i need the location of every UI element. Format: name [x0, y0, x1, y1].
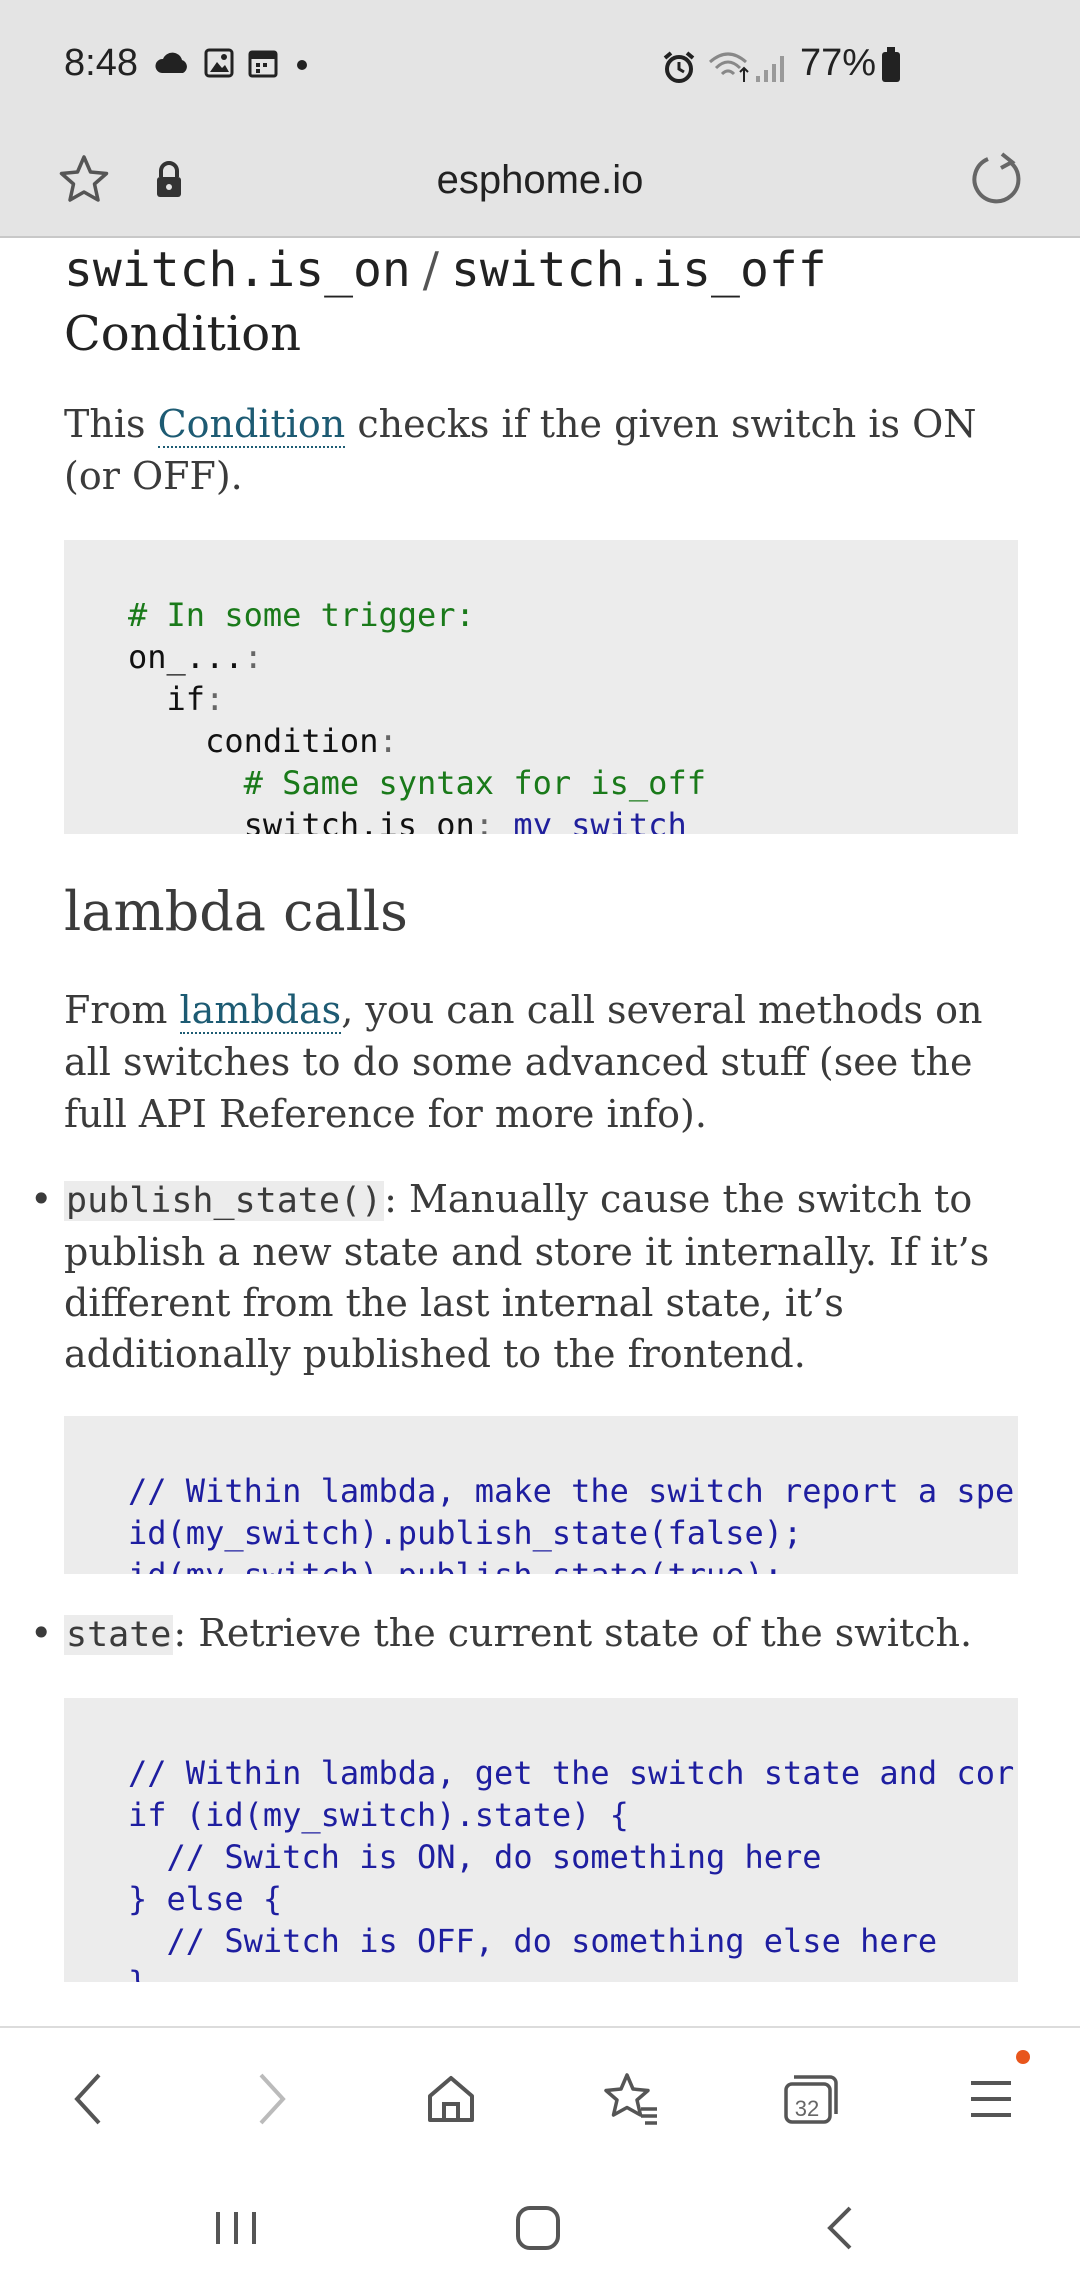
lambda-heading: lambda calls — [64, 880, 408, 943]
bookmarks-button[interactable] — [596, 2064, 666, 2134]
status-bar: 8:48 77% — [0, 0, 1080, 132]
url-text[interactable]: esphome.io — [0, 158, 1080, 203]
lambda-description: From lambdas, you can call several metho… — [64, 988, 983, 1136]
inline-code: state — [64, 1615, 174, 1655]
heading-code-off: switch.is_off — [450, 242, 827, 298]
bookmarks-star-icon — [604, 2073, 657, 2125]
heading-separator: / — [422, 242, 439, 298]
system-navigation-bar — [0, 2176, 1080, 2280]
battery-icon — [882, 47, 900, 82]
hamburger-menu-icon — [971, 2081, 1011, 2117]
heading-code-on: switch.is_on — [64, 242, 411, 298]
home-nav-icon[interactable] — [508, 2198, 568, 2258]
tabs-count: 32 — [794, 2096, 820, 2121]
chevron-left-icon — [74, 2073, 101, 2125]
state-code-block: // Within lambda, get the switch state a… — [64, 1698, 1018, 1982]
condition-heading: switch.is_on / switch.is_off Condition — [64, 238, 827, 366]
wifi-icon — [709, 52, 749, 82]
home-icon — [428, 2076, 474, 2122]
home-button[interactable] — [416, 2064, 486, 2134]
browser-address-bar: esphome.io — [0, 132, 1080, 238]
battery-percent: 77% — [800, 42, 877, 84]
condition-description: This Condition checks if the given switc… — [64, 402, 977, 498]
calendar-icon — [248, 50, 278, 78]
heading-suffix: Condition — [64, 306, 302, 362]
tabs-button[interactable]: 32 — [776, 2064, 846, 2134]
status-time: 8:48 — [64, 42, 138, 84]
back-button[interactable] — [54, 2064, 124, 2134]
condition-link[interactable]: Condition — [157, 402, 346, 448]
cloud-icon — [155, 52, 187, 73]
list-item-publish-state: publish_state(): Manually cause the swit… — [30, 1174, 1024, 1380]
dot-icon — [297, 60, 307, 70]
page-content: switch.is_on / switch.is_off Condition Thi… — [0, 238, 1080, 2028]
status-icons-left — [154, 48, 312, 78]
browser-toolbar: 32 — [0, 2026, 1080, 2178]
back-nav-icon[interactable] — [812, 2198, 872, 2258]
notification-dot — [1016, 2050, 1030, 2064]
list-item-state: state: Retrieve the current state of the… — [30, 1608, 1024, 1661]
condition-code-block: # In some trigger: on_...: if: condition:… — [64, 540, 1018, 834]
image-icon — [204, 48, 234, 78]
recent-apps-icon[interactable] — [206, 2198, 266, 2258]
inline-code: publish_state() — [64, 1181, 385, 1221]
chevron-right-icon — [259, 2073, 286, 2125]
reload-icon[interactable] — [966, 150, 1026, 210]
alarm-icon — [663, 51, 695, 83]
signal-icon — [756, 56, 784, 82]
menu-button[interactable] — [956, 2064, 1026, 2134]
lambdas-link[interactable]: lambdas — [179, 988, 342, 1034]
publish-state-code-block: // Within lambda, make the switch report… — [64, 1416, 1018, 1574]
forward-button[interactable] — [236, 2064, 306, 2134]
